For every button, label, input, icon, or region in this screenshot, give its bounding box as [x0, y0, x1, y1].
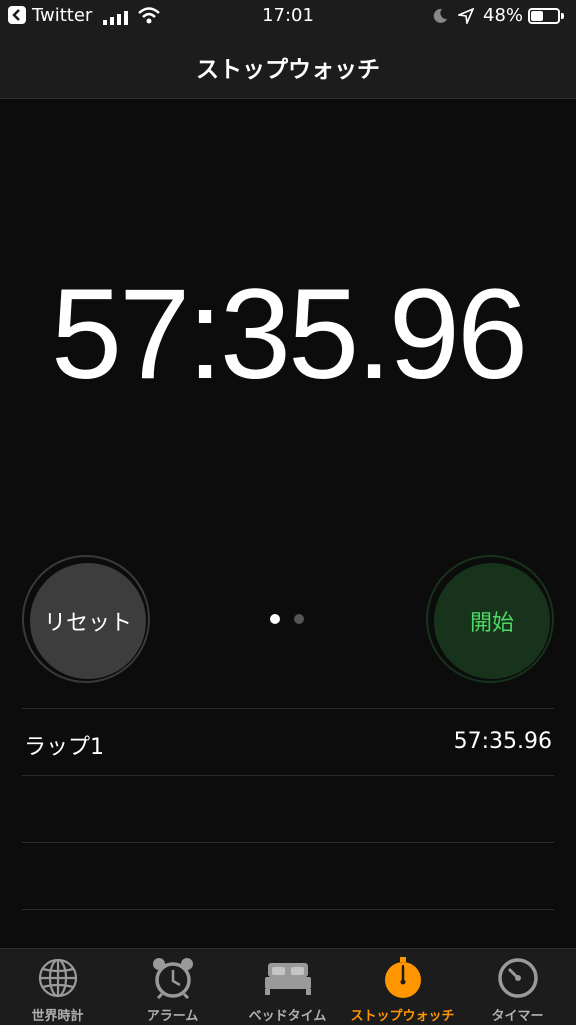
lap-row: ラップ1 57:35.96 [22, 709, 554, 775]
battery-level [531, 11, 544, 21]
page-title: ストップウォッチ [196, 57, 380, 83]
lap-label: ラップ1 [24, 735, 104, 760]
tab-label: タイマー [491, 1009, 544, 1024]
tab-stopwatch[interactable]: ストップウォッチ [345, 949, 460, 1025]
tab-label: ベッドタイム [248, 1009, 327, 1024]
page-indicator-dot[interactable] [294, 614, 304, 624]
start-button[interactable]: 開始 [426, 555, 554, 683]
tab-world-clock[interactable]: 世界時計 [0, 949, 115, 1025]
alarm-clock-icon [115, 957, 230, 999]
battery-percent: 48% [483, 5, 524, 26]
lap-time: 57:35.96 [453, 729, 552, 754]
tab-label: ストップウォッチ [350, 1009, 455, 1024]
tab-label: 世界時計 [31, 1009, 84, 1024]
bed-icon [230, 957, 345, 999]
lap-row-empty [22, 776, 554, 842]
divider [22, 909, 554, 910]
navigation-bar: ストップウォッチ [0, 34, 576, 99]
tab-bar: 世界時計 アラーム ベッドタイム ストップウォッチ タイマー [0, 948, 576, 1025]
timer-icon [460, 957, 575, 999]
tab-alarm[interactable]: アラーム [115, 949, 230, 1025]
start-button-label: 開始 [434, 563, 550, 679]
battery-cap [561, 13, 564, 19]
reset-button-label: リセット [30, 563, 146, 679]
location-arrow-icon [456, 7, 475, 28]
tab-label: アラーム [146, 1009, 199, 1024]
status-bar: Twitter 17:01 48% [0, 0, 576, 34]
battery-icon [528, 8, 560, 24]
tab-bedtime[interactable]: ベッドタイム [230, 949, 345, 1025]
globe-icon [0, 957, 115, 999]
lap-row-empty [22, 843, 554, 909]
reset-button[interactable]: リセット [22, 555, 150, 683]
lap-list: ラップ1 57:35.96 [22, 708, 554, 910]
tab-timer[interactable]: タイマー [460, 949, 575, 1025]
stopwatch-display: 57:35.96 [50, 263, 528, 406]
stopwatch-icon [345, 957, 460, 999]
moon-icon [432, 8, 448, 28]
page-indicator-dot-active[interactable] [270, 614, 280, 624]
